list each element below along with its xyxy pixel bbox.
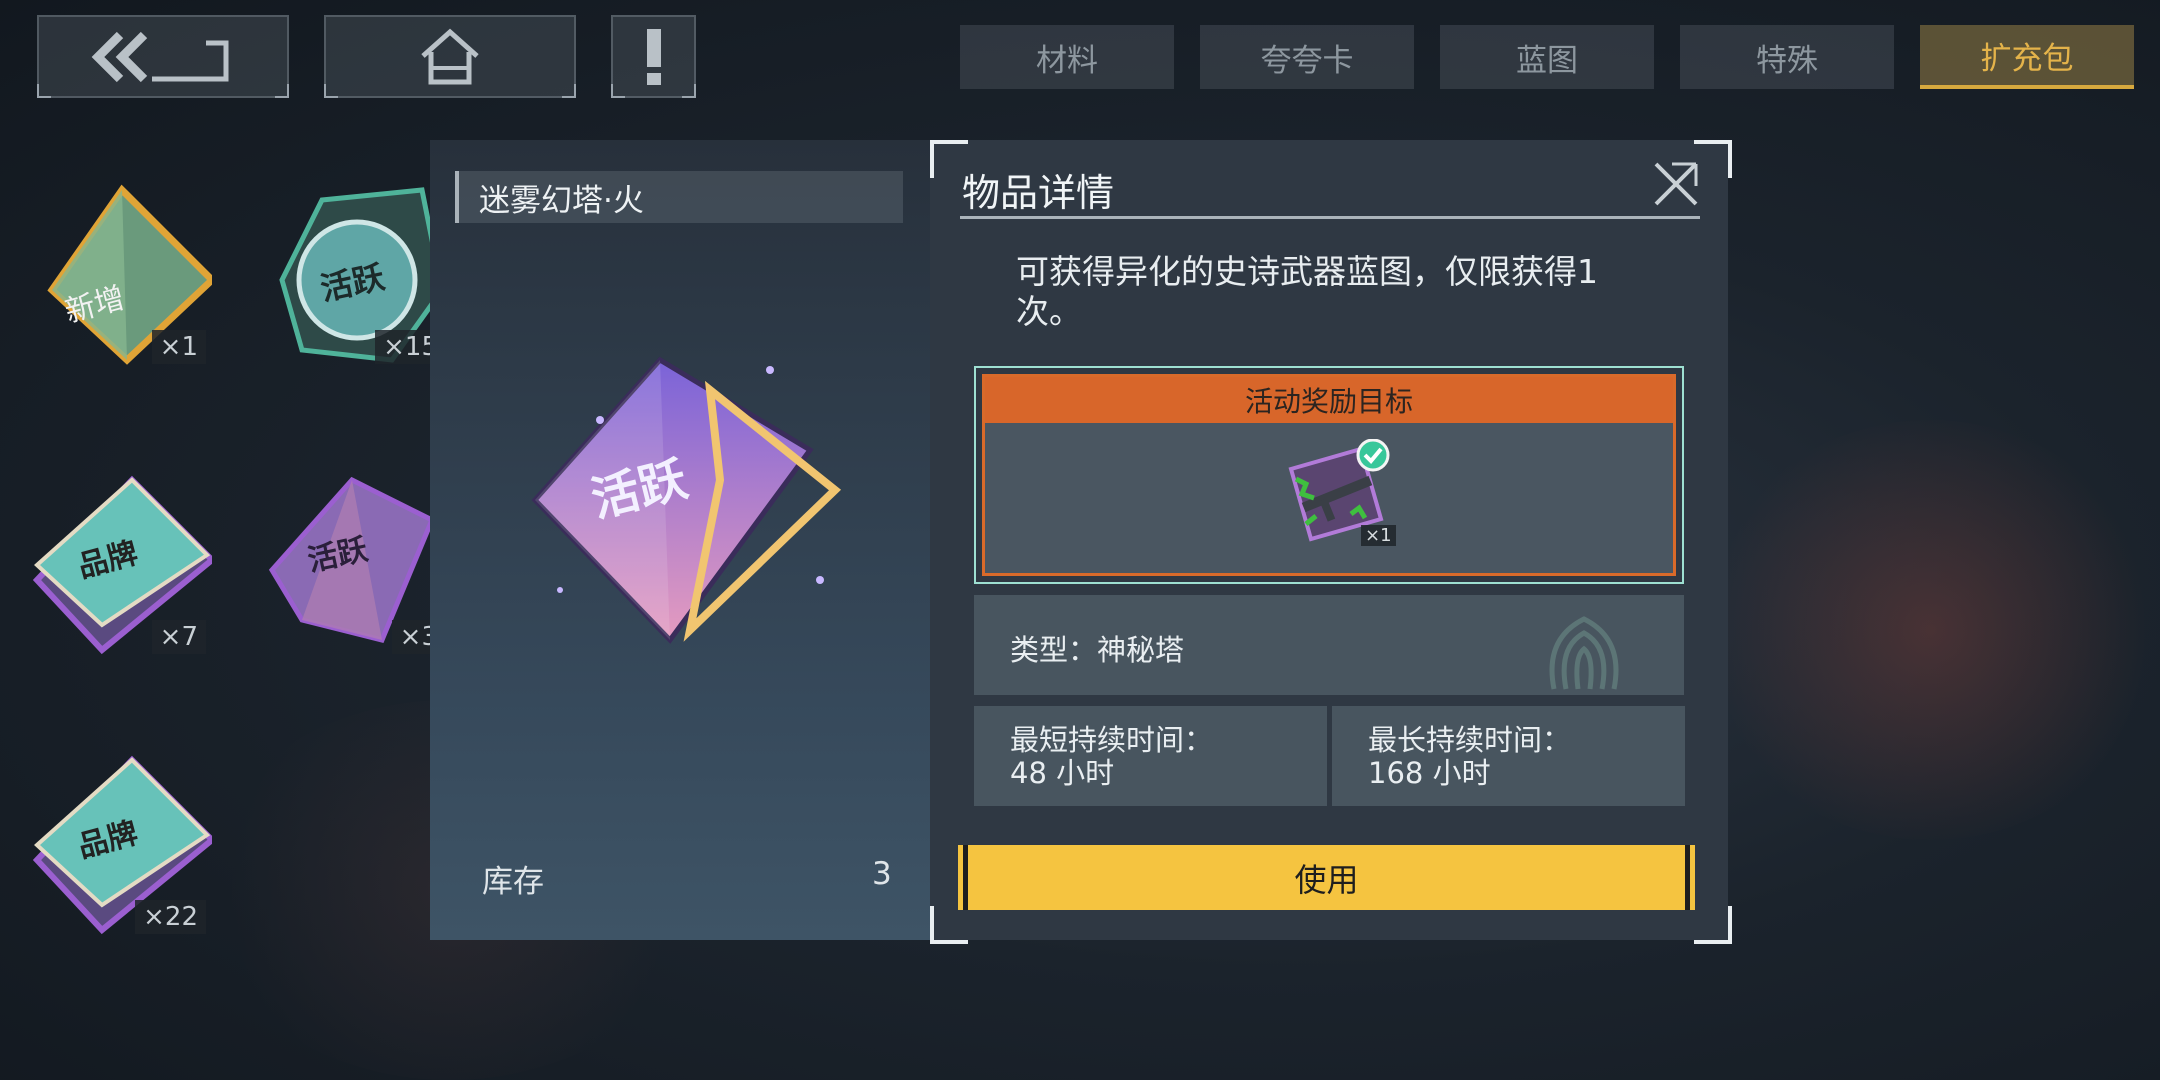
min-duration-label: 最短持续时间：: [1010, 723, 1214, 757]
double-chevron-left-icon: [91, 31, 229, 82]
inventory-item[interactable]: 品牌 ×22: [22, 740, 217, 940]
type-info: 类型：神秘塔: [974, 595, 1684, 695]
exclamation-icon: [646, 28, 661, 85]
stock-value: 3: [872, 856, 892, 892]
tab-label: 蓝图: [1516, 42, 1578, 79]
home-button[interactable]: [324, 15, 576, 98]
max-duration-value: 168 小时: [1368, 756, 1491, 790]
tab-label: 材料: [1036, 42, 1098, 79]
back-button[interactable]: [37, 15, 289, 98]
close-button[interactable]: [1648, 156, 1704, 212]
alert-button[interactable]: [611, 15, 696, 98]
item-count: ×7: [151, 620, 206, 654]
item-count: ×22: [135, 900, 206, 934]
max-duration-info: 最长持续时间： 168 小时: [1332, 706, 1685, 806]
close-icon: [1654, 162, 1698, 206]
min-duration-value: 48 小时: [1010, 756, 1115, 790]
inventory-item[interactable]: 品牌 ×7: [22, 460, 217, 660]
inventory-item[interactable]: 新增 ×1: [22, 170, 218, 370]
reward-inner: 活动奖励目标 ×1: [982, 374, 1676, 576]
tab-blueprints[interactable]: 蓝图: [1440, 25, 1654, 89]
use-button-label: 使用: [1294, 860, 1359, 899]
inventory-item[interactable]: 活跃 ×3: [262, 460, 452, 660]
item-description: 可获得异化的史诗武器蓝图，仅限获得1次。: [1016, 252, 1598, 331]
tab-expansion-packs[interactable]: 扩充包: [1920, 25, 2134, 89]
tab-special[interactable]: 特殊: [1680, 25, 1894, 89]
tab-label: 夸夸卡: [1260, 42, 1354, 79]
reward-count: ×1: [1361, 525, 1396, 546]
frame-corner: [1694, 906, 1732, 944]
inventory-item[interactable]: 活跃 ×15: [262, 170, 452, 370]
item-count: ×1: [151, 330, 206, 364]
reward-header: 活动奖励目标: [985, 377, 1673, 423]
use-button[interactable]: 使用: [958, 845, 1695, 910]
tab-materials[interactable]: 材料: [960, 25, 1174, 89]
tab-praise-cards[interactable]: 夸夸卡: [1200, 25, 1414, 89]
type-text: 类型：神秘塔: [1010, 633, 1185, 667]
min-duration-info: 最短持续时间： 48 小时: [974, 706, 1327, 806]
title-divider: [960, 216, 1700, 219]
home-icon: [421, 28, 479, 84]
item-name: 迷雾幻塔·火: [455, 171, 903, 223]
fingerprint-icon: [1549, 616, 1619, 690]
tab-label: 特殊: [1756, 42, 1818, 79]
max-duration-label: 最长持续时间：: [1368, 723, 1572, 757]
frame-corner: [930, 906, 968, 944]
tab-label: 扩充包: [1980, 40, 2074, 77]
background-glow: [1700, 420, 2160, 840]
reward-target-box: 活动奖励目标 ×1: [974, 366, 1684, 584]
item-large-icon: 活跃: [520, 330, 860, 660]
stock-label: 库存: [482, 864, 544, 900]
dialog-title: 物品详情: [962, 171, 1115, 215]
